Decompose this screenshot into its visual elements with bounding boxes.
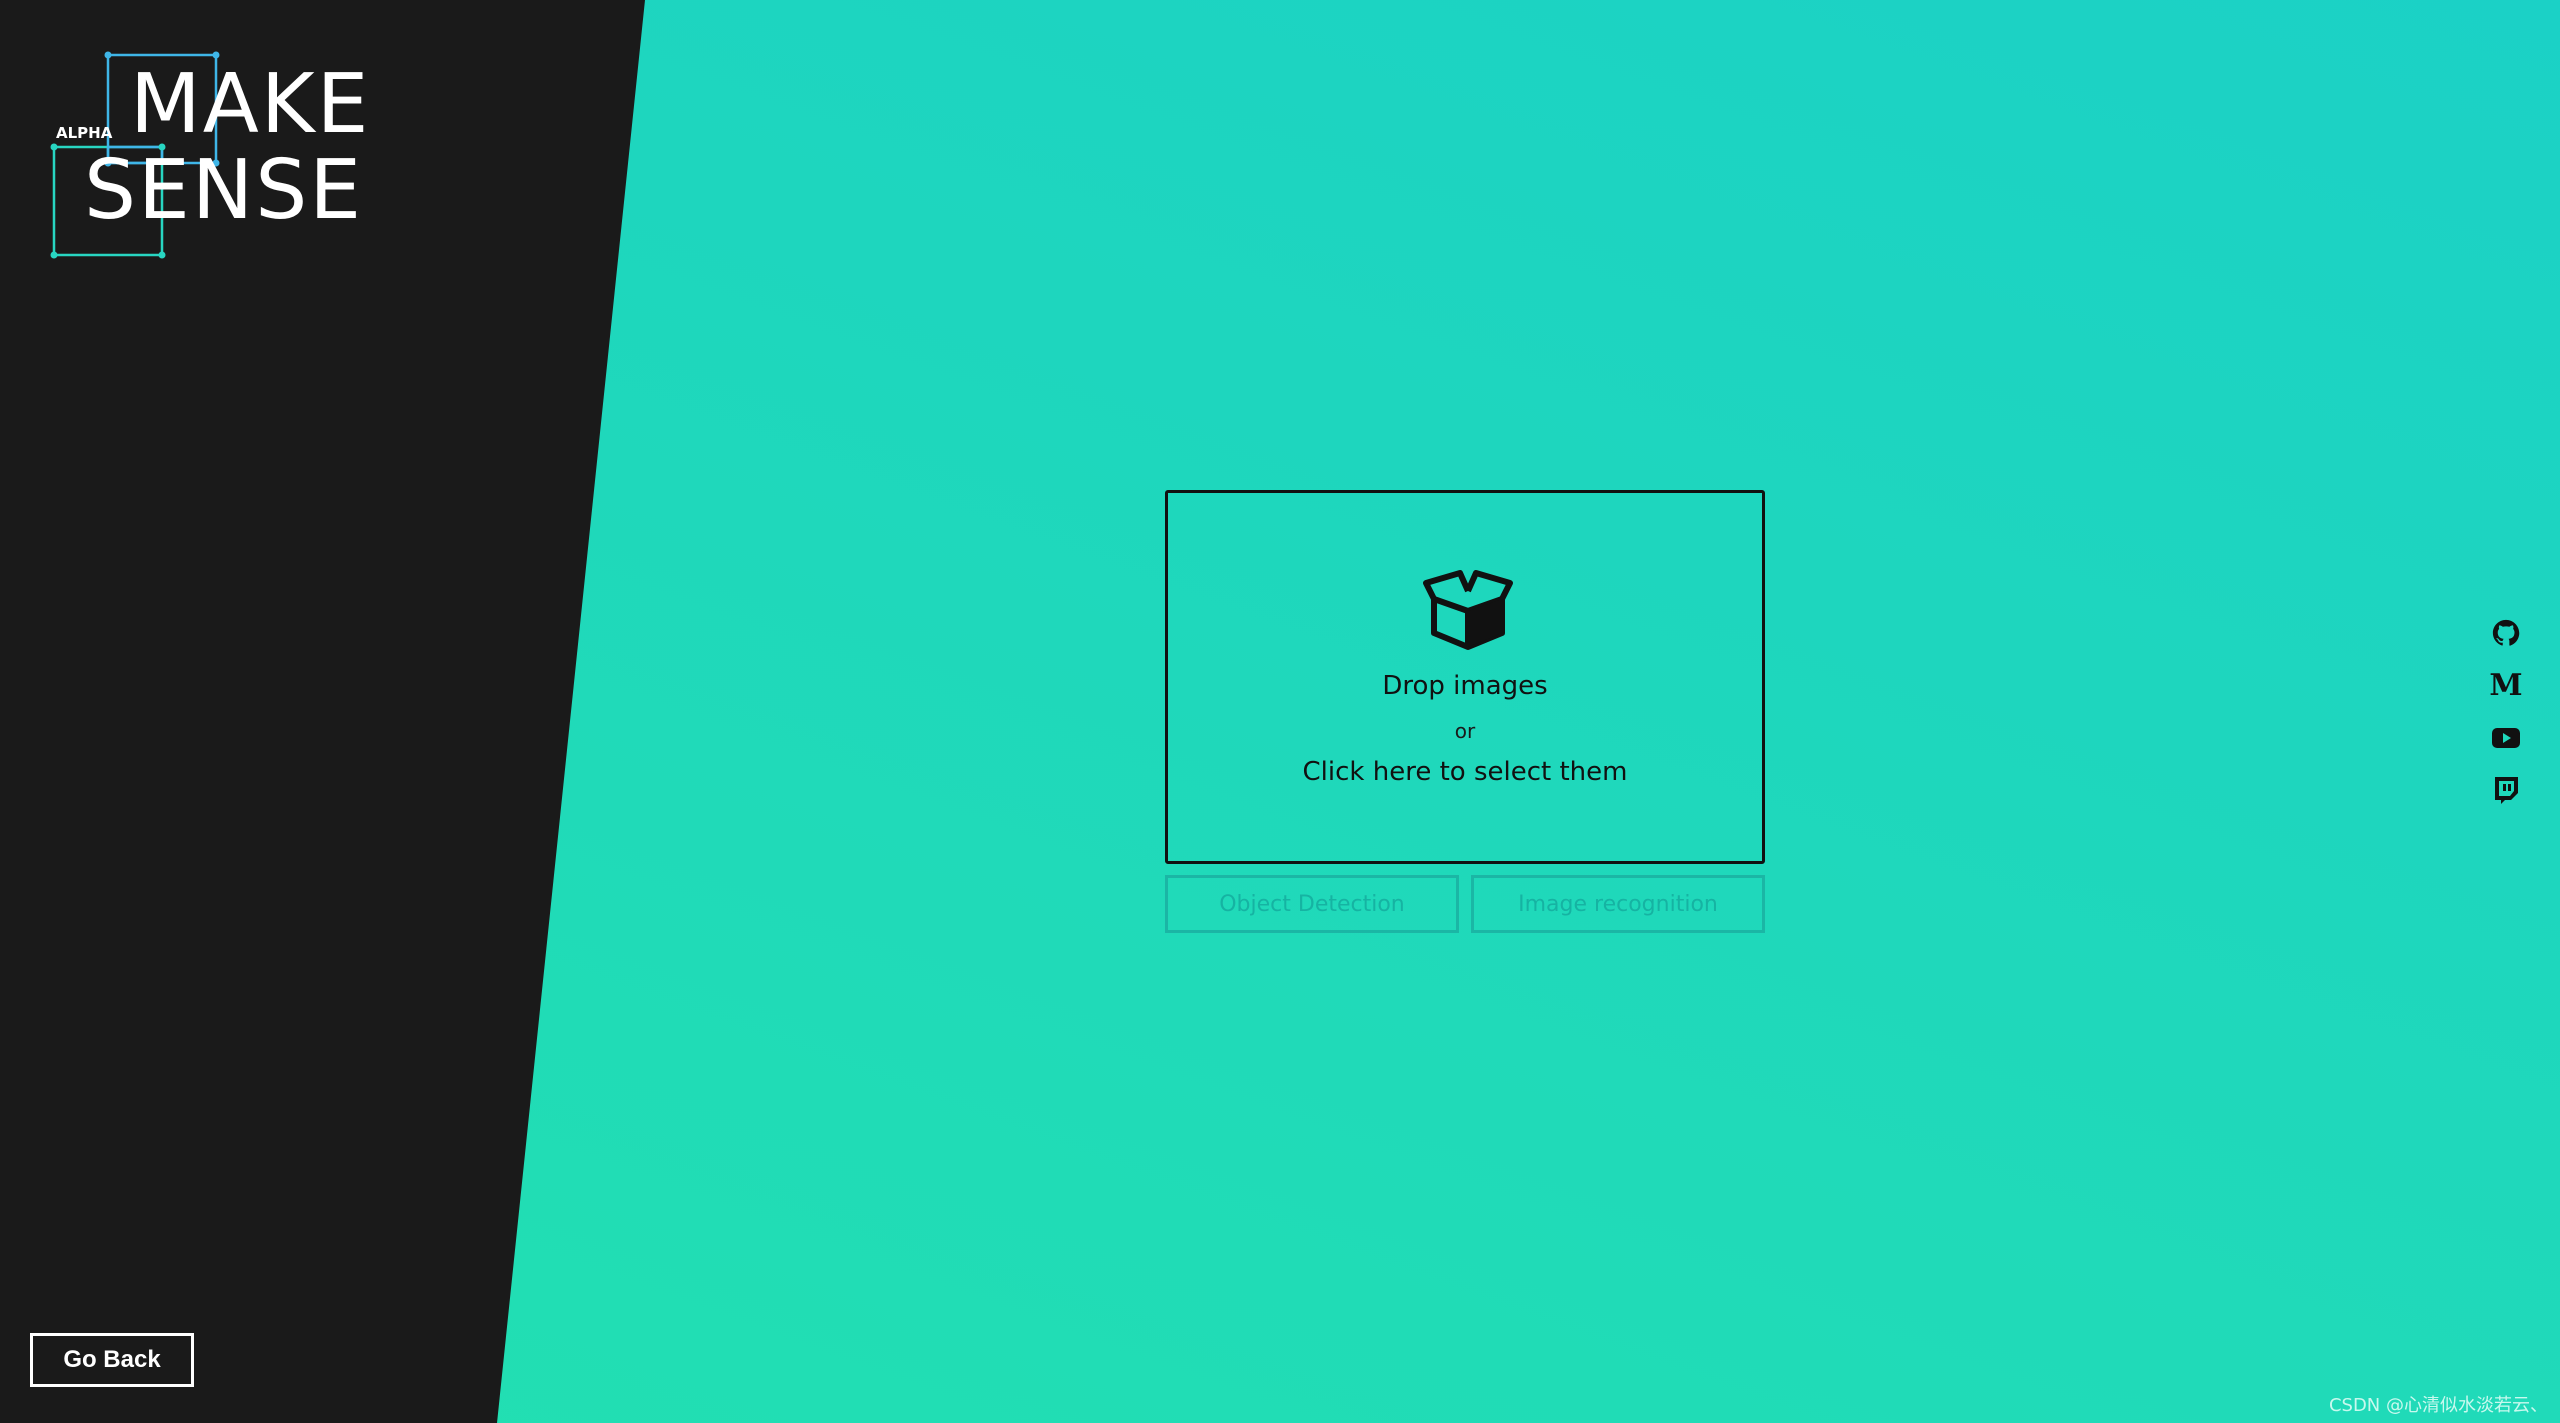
app-root: ALPHA MAKE SENSE Go Back Drop images or … bbox=[0, 0, 2560, 1423]
medium-icon[interactable]: M bbox=[2489, 669, 2523, 703]
logo-alpha-tag: ALPHA bbox=[56, 124, 113, 142]
image-drop-zone[interactable]: Drop images or Click here to select them bbox=[1165, 490, 1765, 864]
github-glyph bbox=[2492, 619, 2520, 646]
twitch-icon[interactable] bbox=[2489, 773, 2523, 807]
twitch-glyph bbox=[2495, 777, 2518, 804]
logo-make-text: MAKE bbox=[130, 57, 371, 152]
youtube-icon[interactable] bbox=[2489, 721, 2523, 755]
box-open-icon bbox=[1423, 570, 1513, 650]
youtube-glyph bbox=[2492, 728, 2520, 748]
drop-images-label: Drop images bbox=[1382, 671, 1548, 701]
logo-sense-text: SENSE bbox=[84, 143, 364, 238]
image-recognition-button[interactable]: Image recognition bbox=[1471, 875, 1765, 933]
drop-or-label: or bbox=[1454, 719, 1476, 743]
make-sense-logo: ALPHA MAKE SENSE bbox=[48, 48, 368, 268]
select-images-link[interactable]: Click here to select them bbox=[1168, 757, 1762, 787]
object-detection-button[interactable]: Object Detection bbox=[1165, 875, 1459, 933]
github-icon[interactable] bbox=[2489, 616, 2523, 650]
medium-glyph: M bbox=[2489, 668, 2523, 703]
watermark-text: CSDN @心清似水淡若云、 bbox=[2328, 1395, 2548, 1416]
go-back-button[interactable]: Go Back bbox=[30, 1333, 194, 1387]
